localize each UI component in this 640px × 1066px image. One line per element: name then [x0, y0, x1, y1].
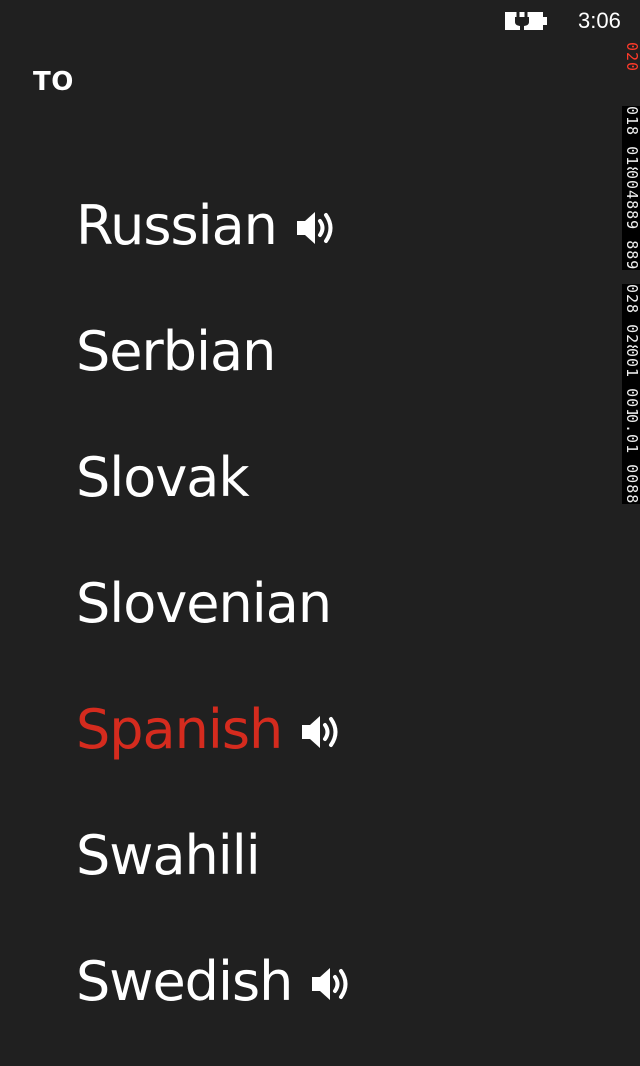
language-item-slovenian[interactable]: Slovenian	[76, 559, 596, 649]
language-item-spanish[interactable]: Spanish	[76, 685, 596, 775]
status-bar: 3:06	[0, 0, 640, 40]
debug-counter: 028 028	[622, 284, 640, 355]
speaker-icon	[312, 968, 348, 1000]
language-label: Serbian	[76, 320, 276, 383]
battery-charging-icon	[505, 12, 547, 30]
language-item-slovak[interactable]: Slovak	[76, 433, 596, 523]
language-label: Swedish	[76, 950, 293, 1013]
language-item-serbian[interactable]: Serbian	[76, 307, 596, 397]
language-label: Russian	[76, 194, 278, 257]
language-item-swedish[interactable]: Swedish	[76, 937, 596, 1027]
debug-counter: 020	[622, 42, 640, 73]
debug-counter: 0.01 0088	[622, 414, 640, 505]
debug-counter: 004889 889	[622, 170, 640, 271]
debug-counter: 018 018	[622, 106, 640, 177]
debug-counter: 001 001	[622, 348, 640, 419]
clock: 3:06	[578, 8, 621, 33]
language-label: Slovenian	[76, 572, 332, 635]
language-item-russian[interactable]: Russian	[76, 181, 596, 271]
language-label: Spanish	[76, 698, 283, 761]
debug-counters: 020 018 018 004889 889 028 028 001 001 0.01 0…	[622, 42, 640, 524]
page-title: TO	[33, 67, 74, 97]
language-item-swahili[interactable]: Swahili	[76, 811, 596, 901]
speaker-icon	[296, 212, 333, 244]
language-label: Slovak	[76, 446, 250, 509]
speaker-icon	[302, 716, 338, 748]
language-label: Swahili	[76, 824, 261, 887]
